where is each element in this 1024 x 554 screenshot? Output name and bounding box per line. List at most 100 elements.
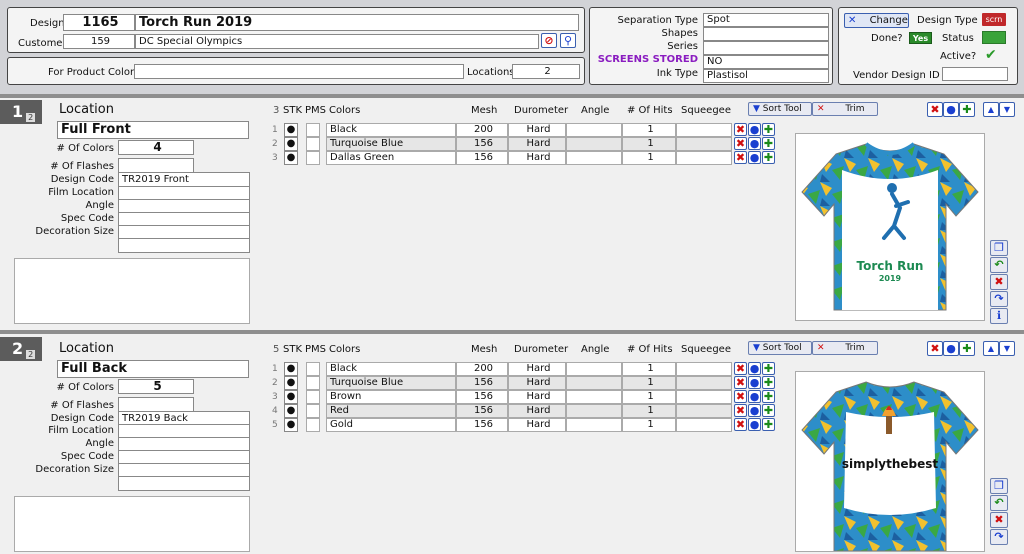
- angle-cell[interactable]: [566, 390, 622, 404]
- delete-icon[interactable]: ✖: [927, 102, 943, 117]
- decoration-size-extra-field[interactable]: [118, 238, 250, 253]
- angle-cell[interactable]: [566, 123, 622, 137]
- shapes-field[interactable]: [703, 27, 829, 41]
- add-icon[interactable]: ✚: [762, 151, 775, 164]
- durometer-cell[interactable]: Hard: [508, 376, 566, 390]
- squeegee-cell[interactable]: [676, 390, 732, 404]
- location-name-field[interactable]: Full Back: [57, 360, 249, 378]
- color-cell[interactable]: Turquoise Blue: [326, 137, 456, 151]
- hits-cell[interactable]: 1: [622, 404, 676, 418]
- pms-cell[interactable]: [306, 362, 320, 376]
- add-icon[interactable]: ✚: [762, 137, 775, 150]
- color-cell[interactable]: Brown: [326, 390, 456, 404]
- mesh-cell[interactable]: 156: [456, 418, 508, 432]
- status-swatch[interactable]: [982, 31, 1006, 44]
- durometer-cell[interactable]: Hard: [508, 362, 566, 376]
- arrow-down-icon[interactable]: ▼: [999, 102, 1015, 117]
- angle-cell[interactable]: [566, 137, 622, 151]
- stk-checkbox[interactable]: ●: [284, 362, 298, 376]
- pms-cell[interactable]: [306, 404, 320, 418]
- angle-cell[interactable]: [566, 376, 622, 390]
- color-cell[interactable]: Black: [326, 362, 456, 376]
- vendor-design-id-field[interactable]: [942, 67, 1008, 81]
- hits-cell[interactable]: 1: [622, 123, 676, 137]
- arrow-up-icon[interactable]: ▲: [983, 341, 999, 356]
- delete-icon[interactable]: ✖: [734, 418, 747, 431]
- info-icon[interactable]: ℹ: [990, 308, 1008, 324]
- angle-cell[interactable]: [566, 418, 622, 432]
- screens-stored-field[interactable]: NO: [703, 55, 829, 69]
- design-number-field[interactable]: 1165: [63, 14, 135, 31]
- pms-cell[interactable]: [306, 137, 320, 151]
- trim-button[interactable]: ✕ Trim: [812, 341, 878, 355]
- table-row[interactable]: 5 ● Gold 156 Hard 1 ✖ ● ✚: [272, 418, 780, 432]
- add-icon[interactable]: ✚: [762, 123, 775, 136]
- durometer-cell[interactable]: Hard: [508, 137, 566, 151]
- stk-checkbox[interactable]: ●: [284, 137, 298, 151]
- table-row[interactable]: 3 ● Brown 156 Hard 1 ✖ ● ✚: [272, 390, 780, 404]
- delete-icon[interactable]: ✖: [927, 341, 943, 356]
- hits-cell[interactable]: 1: [622, 151, 676, 165]
- dot-icon[interactable]: ●: [748, 376, 761, 389]
- squeegee-cell[interactable]: [676, 151, 732, 165]
- search-icon[interactable]: ⚲: [560, 33, 576, 48]
- add-icon[interactable]: ✚: [762, 390, 775, 403]
- location-notes[interactable]: [14, 258, 250, 324]
- angle-cell[interactable]: [566, 151, 622, 165]
- mesh-cell[interactable]: 156: [456, 404, 508, 418]
- table-row[interactable]: 2 ● Turquoise Blue 156 Hard 1 ✖ ● ✚: [272, 376, 780, 390]
- hits-cell[interactable]: 1: [622, 418, 676, 432]
- squeegee-cell[interactable]: [676, 123, 732, 137]
- dot-icon[interactable]: ●: [748, 137, 761, 150]
- color-cell[interactable]: Gold: [326, 418, 456, 432]
- forward-icon[interactable]: ↷: [990, 529, 1008, 545]
- design-code-field[interactable]: TR2019 Front: [118, 172, 250, 187]
- design-name-field[interactable]: Torch Run 2019: [135, 14, 579, 31]
- squeegee-cell[interactable]: [676, 137, 732, 151]
- mesh-cell[interactable]: 156: [456, 137, 508, 151]
- arrow-down-icon[interactable]: ▼: [999, 341, 1015, 356]
- location-image[interactable]: Torch Run 2019: [795, 133, 985, 321]
- locations-field[interactable]: 2: [512, 64, 580, 79]
- stk-checkbox[interactable]: ●: [284, 151, 298, 165]
- cancel-icon[interactable]: ⊘: [541, 33, 557, 48]
- mesh-cell[interactable]: 156: [456, 376, 508, 390]
- squeegee-cell[interactable]: [676, 376, 732, 390]
- customer-name-field[interactable]: DC Special Olympics: [135, 34, 539, 49]
- location-name-field[interactable]: Full Front: [57, 121, 249, 139]
- delete-icon[interactable]: ✖: [734, 404, 747, 417]
- design-type-badge[interactable]: scrn: [982, 13, 1006, 26]
- add-icon[interactable]: ✚: [762, 376, 775, 389]
- ink-type-field[interactable]: Plastisol: [703, 69, 829, 83]
- angle-cell[interactable]: [566, 404, 622, 418]
- forward-icon[interactable]: ↷: [990, 291, 1008, 307]
- table-row[interactable]: 1 ● Black 200 Hard 1 ✖ ● ✚: [272, 123, 780, 137]
- stk-checkbox[interactable]: ●: [284, 418, 298, 432]
- sort-tool-button[interactable]: ▼ Sort Tool: [748, 102, 812, 116]
- durometer-cell[interactable]: Hard: [508, 390, 566, 404]
- pms-cell[interactable]: [306, 390, 320, 404]
- copy-icon[interactable]: ❐: [990, 240, 1008, 256]
- color-cell[interactable]: Black: [326, 123, 456, 137]
- checkmark-icon[interactable]: ✔: [985, 48, 997, 62]
- trim-button[interactable]: ✕ Trim: [812, 102, 878, 116]
- squeegee-cell[interactable]: [676, 404, 732, 418]
- pms-cell[interactable]: [306, 376, 320, 390]
- durometer-cell[interactable]: Hard: [508, 404, 566, 418]
- add-icon[interactable]: ✚: [762, 362, 775, 375]
- dot-icon[interactable]: ●: [943, 341, 959, 356]
- delete-icon[interactable]: ✖: [734, 362, 747, 375]
- done-toggle[interactable]: Yes: [909, 32, 932, 44]
- stk-checkbox[interactable]: ●: [284, 404, 298, 418]
- pms-cell[interactable]: [306, 418, 320, 432]
- delete-icon[interactable]: ✖: [734, 151, 747, 164]
- num-flashes-field[interactable]: [118, 158, 194, 173]
- delete-icon[interactable]: ✖: [990, 512, 1008, 528]
- squeegee-cell[interactable]: [676, 362, 732, 376]
- durometer-cell[interactable]: Hard: [508, 418, 566, 432]
- mesh-cell[interactable]: 200: [456, 362, 508, 376]
- delete-icon[interactable]: ✖: [734, 137, 747, 150]
- sort-tool-button[interactable]: ▼ Sort Tool: [748, 341, 812, 355]
- durometer-cell[interactable]: Hard: [508, 123, 566, 137]
- customer-number-field[interactable]: 159: [63, 34, 135, 49]
